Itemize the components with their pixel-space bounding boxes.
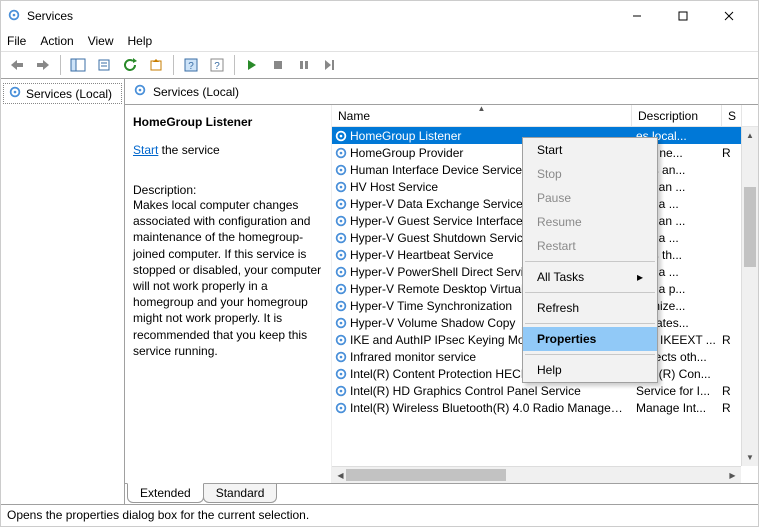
service-name: Intel(R) Wireless Bluetooth(R) 4.0 Radio… [350,401,632,415]
rows-container: HomeGroup Listeneres local...HomeGroup P… [332,127,758,483]
service-row[interactable]: Intel(R) HD Graphics Control Panel Servi… [332,382,758,399]
ctx-refresh[interactable]: Refresh [523,296,657,320]
ctx-properties[interactable]: Properties [523,327,657,351]
description-label: Description: [133,183,323,197]
gear-icon [332,265,350,279]
column-description[interactable]: Description [632,105,722,126]
ctx-all-tasks[interactable]: All Tasks▸ [523,265,657,289]
service-status: R [722,333,742,347]
nav-services-local[interactable]: Services (Local) [3,83,122,104]
help2-button[interactable]: ? [205,53,229,77]
scroll-thumb[interactable] [744,187,756,267]
gear-icon [332,401,350,415]
service-name: Intel(R) HD Graphics Control Panel Servi… [350,384,632,398]
app-icon [7,8,21,25]
navigation-pane: Services (Local) [1,79,125,504]
service-desc: Manage Int... [632,401,722,415]
gear-icon [332,248,350,262]
gear-icon [332,367,350,381]
nav-label: Services (Local) [26,87,112,101]
gear-icon [332,333,350,347]
column-name[interactable]: Name ▲ [332,105,632,126]
show-hide-tree-button[interactable] [66,53,90,77]
scroll-thumb-h[interactable] [346,469,506,481]
ctx-pause: Pause [523,186,657,210]
service-row[interactable]: Intel(R) Wireless Bluetooth(R) 4.0 Radio… [332,399,758,416]
ctx-resume: Resume [523,210,657,234]
content-header: Services (Local) [125,79,758,105]
stop-service-button[interactable] [266,53,290,77]
title-bar: Services [1,1,758,31]
menu-view[interactable]: View [88,34,114,48]
service-status: R [722,384,742,398]
start-link[interactable]: Start [133,143,158,157]
svg-text:?: ? [188,61,194,72]
content-title: Services (Local) [153,85,239,99]
view-tabs: Extended Standard [125,483,758,504]
gear-icon [332,146,350,160]
pause-service-button[interactable] [292,53,316,77]
gear-icon [332,384,350,398]
start-service-button[interactable] [240,53,264,77]
toolbar: ? ? [1,51,758,79]
svg-text:?: ? [214,61,220,72]
service-desc: Service for I... [632,384,722,398]
close-button[interactable] [706,1,752,31]
horizontal-scrollbar[interactable]: ◀ ▶ [332,466,741,483]
status-bar: Opens the properties dialog box for the … [1,504,758,524]
status-text: Opens the properties dialog box for the … [7,508,309,522]
window-title: Services [27,9,73,23]
gear-icon [332,163,350,177]
tab-extended[interactable]: Extended [127,483,204,503]
ctx-help[interactable]: Help [523,358,657,382]
column-status[interactable]: S [722,105,742,126]
export-list-button[interactable] [144,53,168,77]
service-list: Name ▲ Description S HomeGroup Listenere… [331,105,758,483]
sort-indicator-icon: ▲ [478,105,486,113]
vertical-scrollbar[interactable]: ▲ ▼ [741,127,758,466]
menu-action[interactable]: Action [40,34,73,48]
ctx-restart: Restart [523,234,657,258]
detail-pane: HomeGroup Listener Start the service Des… [125,105,331,483]
gear-icon [332,214,350,228]
menu-bar: File Action View Help [1,31,758,51]
gear-icon [332,282,350,296]
ctx-start[interactable]: Start [523,138,657,162]
maximize-button[interactable] [660,1,706,31]
start-suffix: the service [158,143,219,157]
restart-service-button[interactable] [318,53,342,77]
tab-standard[interactable]: Standard [203,484,278,503]
menu-help[interactable]: Help [128,34,153,48]
service-status: R [722,401,742,415]
scroll-right-icon[interactable]: ▶ [724,467,741,483]
column-headers: Name ▲ Description S [332,105,758,127]
menu-file[interactable]: File [7,34,26,48]
scroll-down-icon[interactable]: ▼ [742,449,758,466]
gear-icon [332,197,350,211]
gear-icon [332,350,350,364]
properties-button[interactable] [92,53,116,77]
description-text: Makes local computer changes associated … [133,197,323,359]
gear-icon [8,85,22,102]
service-status: R [722,146,742,160]
refresh-button[interactable] [118,53,142,77]
submenu-arrow-icon: ▸ [637,270,643,284]
forward-button[interactable] [31,53,55,77]
scroll-up-icon[interactable]: ▲ [742,127,758,144]
gear-icon [332,129,350,143]
gear-icon [332,231,350,245]
service-name-heading: HomeGroup Listener [133,115,323,129]
gear-icon [133,83,147,100]
help-button[interactable]: ? [179,53,203,77]
back-button[interactable] [5,53,29,77]
gear-icon [332,316,350,330]
context-menu: Start Stop Pause Resume Restart All Task… [522,137,658,383]
gear-icon [332,299,350,313]
minimize-button[interactable] [614,1,660,31]
gear-icon [332,180,350,194]
ctx-stop: Stop [523,162,657,186]
